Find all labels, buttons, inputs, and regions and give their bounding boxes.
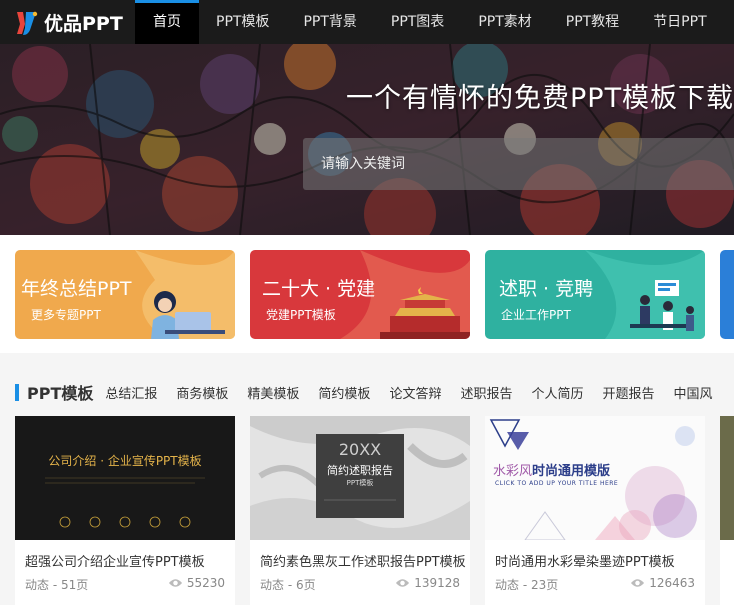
eye-icon (168, 579, 182, 587)
thumbnail-subtitle: CLICK TO ADD UP YOUR TITLE HERE (495, 480, 619, 487)
template-thumbnail[interactable]: 20XX 简约述职报告 PPT模板 (250, 416, 470, 540)
template-thumbnail[interactable]: 公司介绍 · 企业宣传PPT模板 (15, 416, 235, 540)
template-title[interactable]: 时尚通用水彩晕染墨迹PPT模板 (495, 551, 675, 570)
thumbnail-title-b: 时尚通用模版 (532, 464, 611, 479)
logo-text: 优品PPT (44, 12, 123, 35)
category-thesis[interactable]: 论文答辩 (389, 383, 441, 402)
template-meta: 动态 - 6页 (260, 578, 316, 592)
promo-card-party-building[interactable]: 二十大 · 党建 党建PPT模板 (250, 250, 470, 339)
nav-item-ppt-backgrounds[interactable]: PPT背景 (286, 0, 373, 44)
template-card[interactable]: 水彩风时尚通用模版 CLICK TO ADD UP YOUR TITLE HER… (485, 416, 705, 605)
nav-item-holiday-ppt[interactable]: 节日PPT (636, 0, 723, 44)
search-input[interactable] (303, 138, 734, 190)
template-card[interactable]: 20XX 简约述职报告 PPT模板 简约素色黑灰工作述职报告PPT模板 动态 -… (250, 416, 470, 605)
category-proposal[interactable]: 开题报告 (602, 383, 654, 402)
category-debrief[interactable]: 述职报告 (460, 383, 512, 402)
thumbnail-title-a: 水彩风 (493, 464, 533, 479)
view-count-value: 126463 (649, 576, 695, 590)
top-nav: 优品PPT 首页 PPT模板 PPT背景 PPT图表 PPT素材 PPT教程 节… (0, 0, 734, 44)
nav-item-ppt-templates[interactable]: PPT模板 (199, 0, 286, 44)
thumbnail-year: 20XX (338, 440, 382, 459)
search-box[interactable] (303, 138, 734, 190)
section-header: PPT模板 总结汇报 商务模板 精美模板 简约模板 论文答辩 述职报告 个人简历… (0, 371, 734, 413)
view-count-value: 139128 (414, 576, 460, 590)
promo-title: 述职 · 竞聘 (499, 278, 594, 300)
template-thumbnail[interactable]: 水彩风时尚通用模版 CLICK TO ADD UP YOUR TITLE HER… (485, 416, 705, 540)
template-title[interactable]: 简约素色黑灰工作述职报告PPT模板 (260, 551, 466, 570)
template-thumbnail[interactable] (720, 416, 734, 540)
promo-title: 年终总结PPT (21, 278, 132, 300)
promo-strip: 年终总结PPT 更多专题PPT 二十大 · 党建 党建PPT模板 述职 · 竞聘… (0, 235, 734, 353)
template-meta: 动态 - 51页 (25, 578, 89, 592)
hero-banner: 一个有情怀的免费PPT模板下载网 (0, 44, 734, 235)
promo-subtitle: 党建PPT模板 (266, 308, 336, 322)
logo[interactable]: 优品PPT (0, 0, 135, 44)
category-fine[interactable]: 精美模板 (247, 383, 299, 402)
section-accent-bar (15, 383, 19, 401)
section-title: PPT模板 (27, 384, 94, 403)
category-summary[interactable]: 总结汇报 (105, 383, 157, 402)
eye-icon (631, 579, 645, 587)
promo-subtitle: 更多专题PPT (31, 308, 101, 322)
view-count: 126463 (630, 576, 695, 590)
nav-item-home[interactable]: 首页 (135, 0, 199, 44)
thumbnail-art (15, 416, 235, 540)
template-card[interactable]: 公司介绍 · 企业宣传PPT模板 超强公司介绍企业宣传PPT模板 动态 - 51… (15, 416, 235, 605)
view-count: 55230 (168, 576, 225, 590)
category-simple[interactable]: 简约模板 (318, 383, 370, 402)
nav-item-ppt-tutorials[interactable]: PPT教程 (549, 0, 636, 44)
eye-icon (396, 579, 410, 587)
page: 优品PPT 首页 PPT模板 PPT背景 PPT图表 PPT素材 PPT教程 节… (0, 0, 734, 605)
promo-card-partial[interactable] (720, 250, 734, 339)
thumbnail-title: 简约述职报告 (327, 464, 393, 477)
template-card-partial[interactable] (720, 416, 734, 605)
thumbnail-title: 水彩风时尚通用模版 (493, 460, 610, 479)
template-meta: 动态 - 23页 (495, 578, 559, 592)
promo-title: 二十大 · 党建 (262, 278, 376, 300)
view-count: 139128 (395, 576, 460, 590)
category-resume[interactable]: 个人简历 (531, 383, 583, 402)
hero-title: 一个有情怀的免费PPT模板下载网 (346, 83, 734, 114)
logo-icon (17, 11, 38, 35)
thumbnail-subtitle: PPT模板 (346, 479, 374, 487)
category-business[interactable]: 商务模板 (176, 383, 228, 402)
category-chinese-style[interactable]: 中国风 (674, 383, 713, 402)
template-title[interactable]: 超强公司介绍企业宣传PPT模板 (25, 551, 205, 570)
nav-item-ppt-charts[interactable]: PPT图表 (374, 0, 461, 44)
view-count-value: 55230 (186, 576, 225, 590)
promo-card-work-report[interactable]: 述职 · 竞聘 企业工作PPT (485, 250, 705, 339)
thumbnail-title: 公司介绍 · 企业宣传PPT模板 (48, 454, 202, 468)
promo-card-year-summary[interactable]: 年终总结PPT 更多专题PPT (15, 250, 235, 339)
promo-subtitle: 企业工作PPT (501, 308, 571, 322)
nav-item-ppt-materials[interactable]: PPT素材 (461, 0, 548, 44)
